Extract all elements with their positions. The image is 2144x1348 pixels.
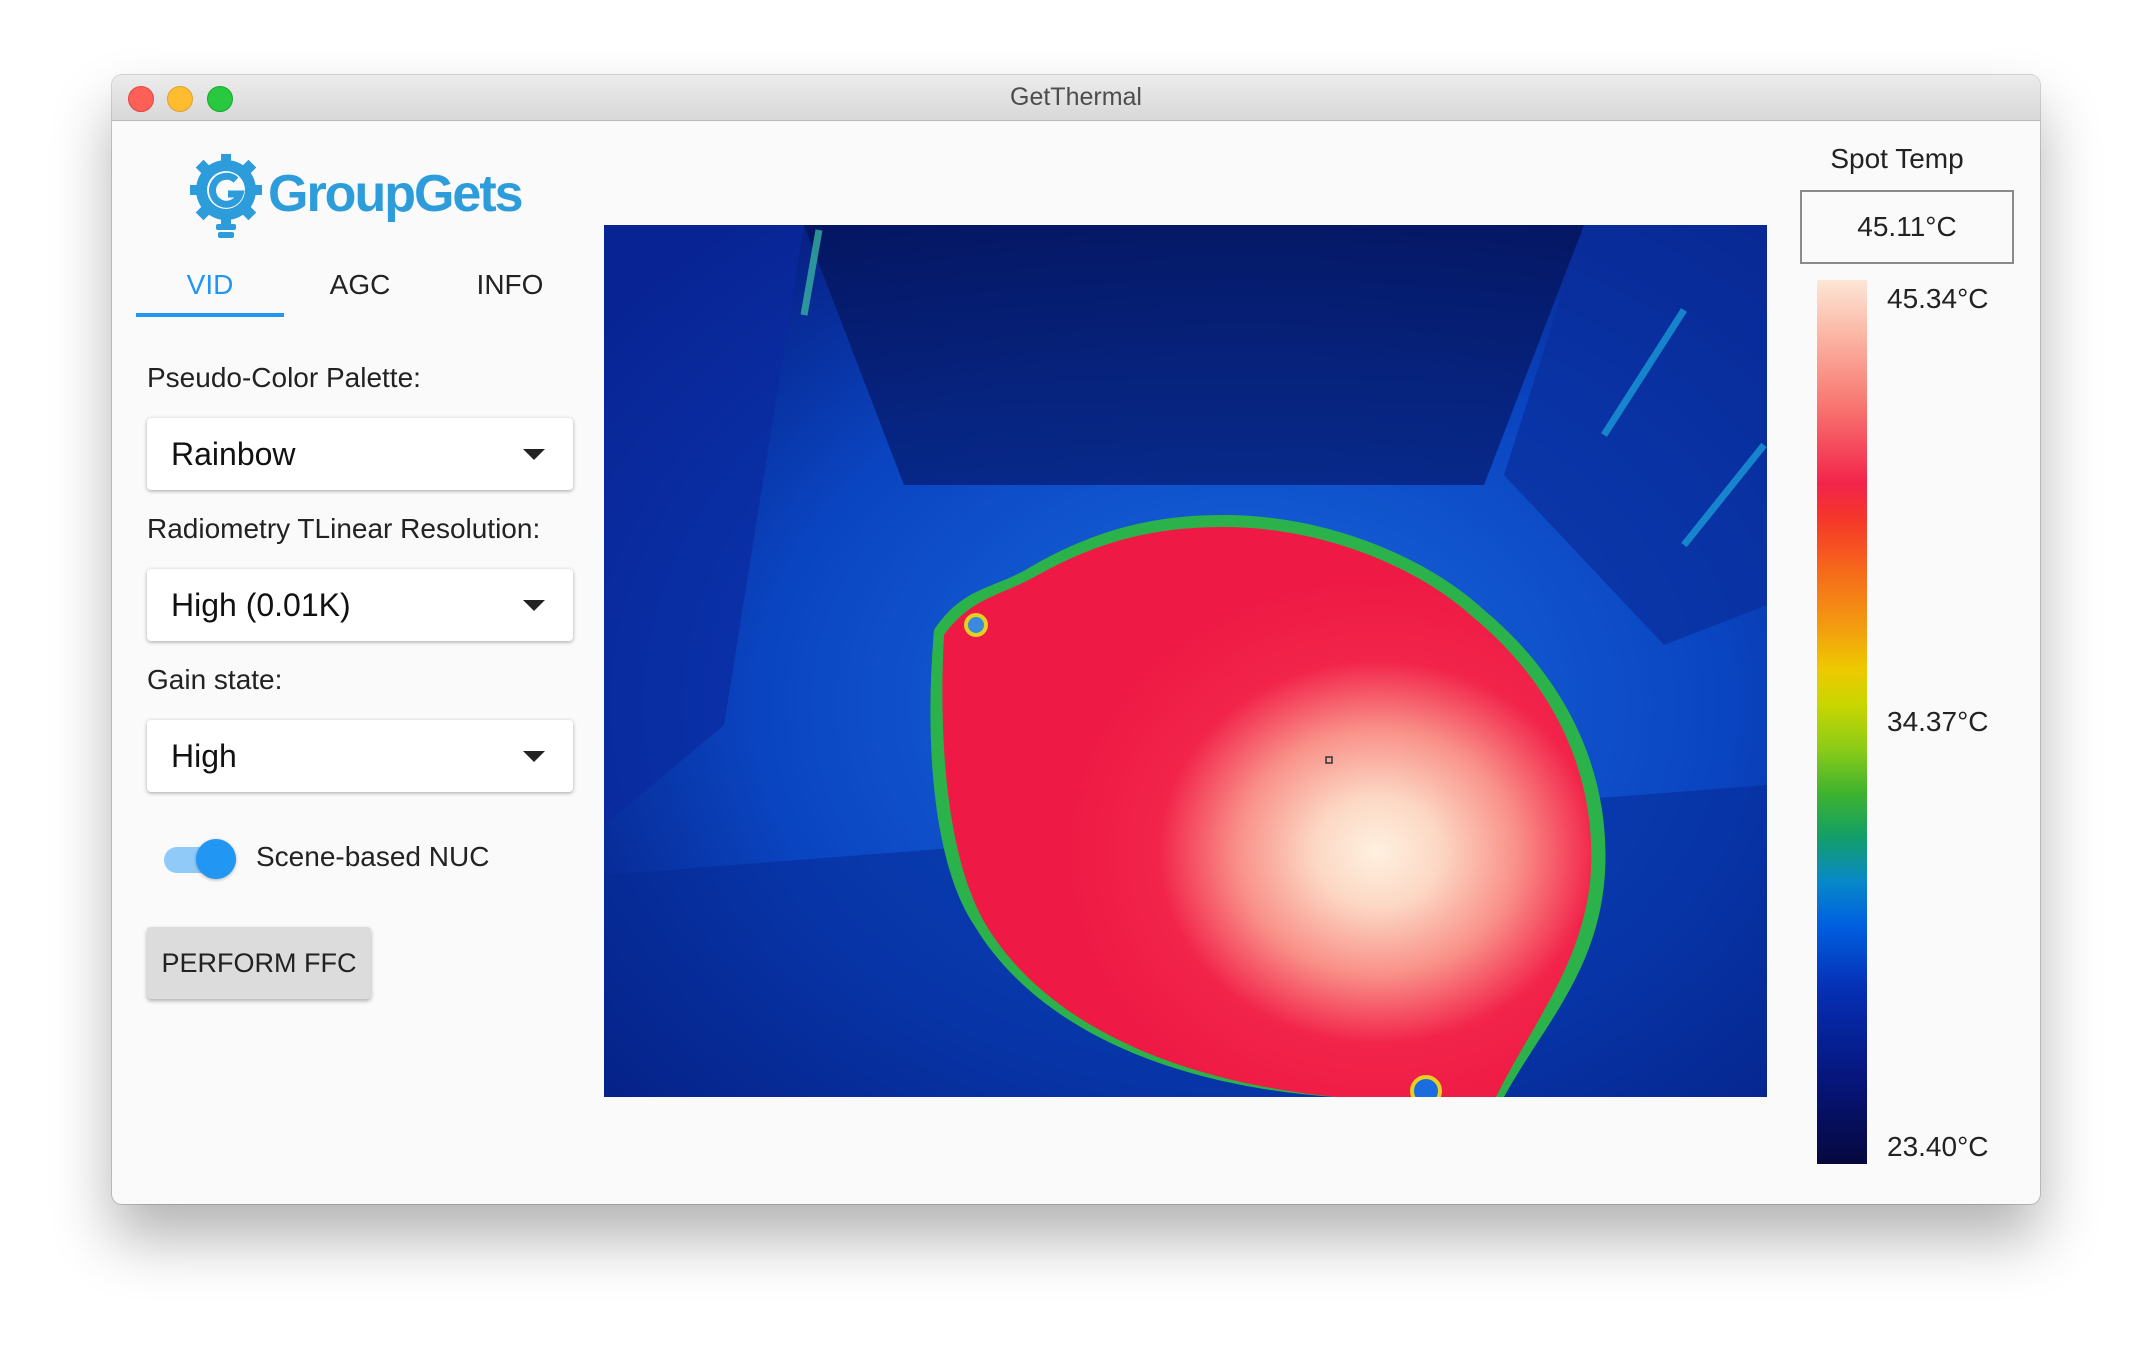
scale-min-label: 23.40°C — [1887, 1131, 1989, 1162]
spot-temp-readout: 45.11°C — [1800, 190, 2014, 264]
tab-bar: VID AGC INFO — [136, 255, 586, 317]
tab-info[interactable]: INFO — [436, 255, 584, 315]
app-window: GetThermal GroupGets VID AGC INFO Pseudo… — [112, 75, 2040, 1204]
dropdown-arrow-icon — [523, 751, 545, 762]
nuc-toggle[interactable] — [162, 837, 242, 881]
gain-value: High — [171, 738, 237, 774]
gear-bulb-icon — [190, 154, 262, 238]
window-title: GetThermal — [1010, 83, 1142, 111]
resolution-label: Radiometry TLinear Resolution: — [147, 513, 541, 544]
nuc-label: Scene-based NUC — [256, 841, 490, 872]
dropdown-arrow-icon — [523, 449, 545, 460]
dropdown-arrow-icon — [523, 600, 545, 611]
tab-vid[interactable]: VID — [136, 255, 284, 315]
groupgets-logo: GroupGets — [188, 150, 548, 245]
spot-temp-title: Spot Temp — [1830, 143, 1964, 174]
gain-dropdown[interactable]: High — [147, 720, 573, 792]
gain-label: Gain state: — [147, 664, 283, 695]
toggle-knob — [196, 839, 236, 879]
tab-agc[interactable]: AGC — [286, 255, 434, 315]
palette-value: Rainbow — [171, 436, 296, 472]
palette-dropdown[interactable]: Rainbow — [147, 418, 573, 490]
palette-label: Pseudo-Color Palette: — [147, 362, 421, 393]
spot-temp-value: 45.11°C — [1857, 211, 1957, 242]
perform-ffc-button[interactable]: PERFORM FFC — [147, 927, 371, 999]
title-bar: GetThermal — [112, 75, 2040, 121]
scale-max-label: 45.34°C — [1887, 283, 1989, 314]
color-scale-bar — [1817, 280, 1867, 1164]
active-tab-indicator — [136, 313, 284, 317]
resolution-value: High (0.01K) — [171, 587, 351, 623]
resolution-dropdown[interactable]: High (0.01K) — [147, 569, 573, 641]
scale-mid-label: 34.37°C — [1887, 706, 1989, 737]
logo-wordmark: GroupGets — [268, 165, 524, 223]
thermal-image — [604, 225, 1767, 1097]
thermal-video-view[interactable] — [604, 225, 1767, 1097]
